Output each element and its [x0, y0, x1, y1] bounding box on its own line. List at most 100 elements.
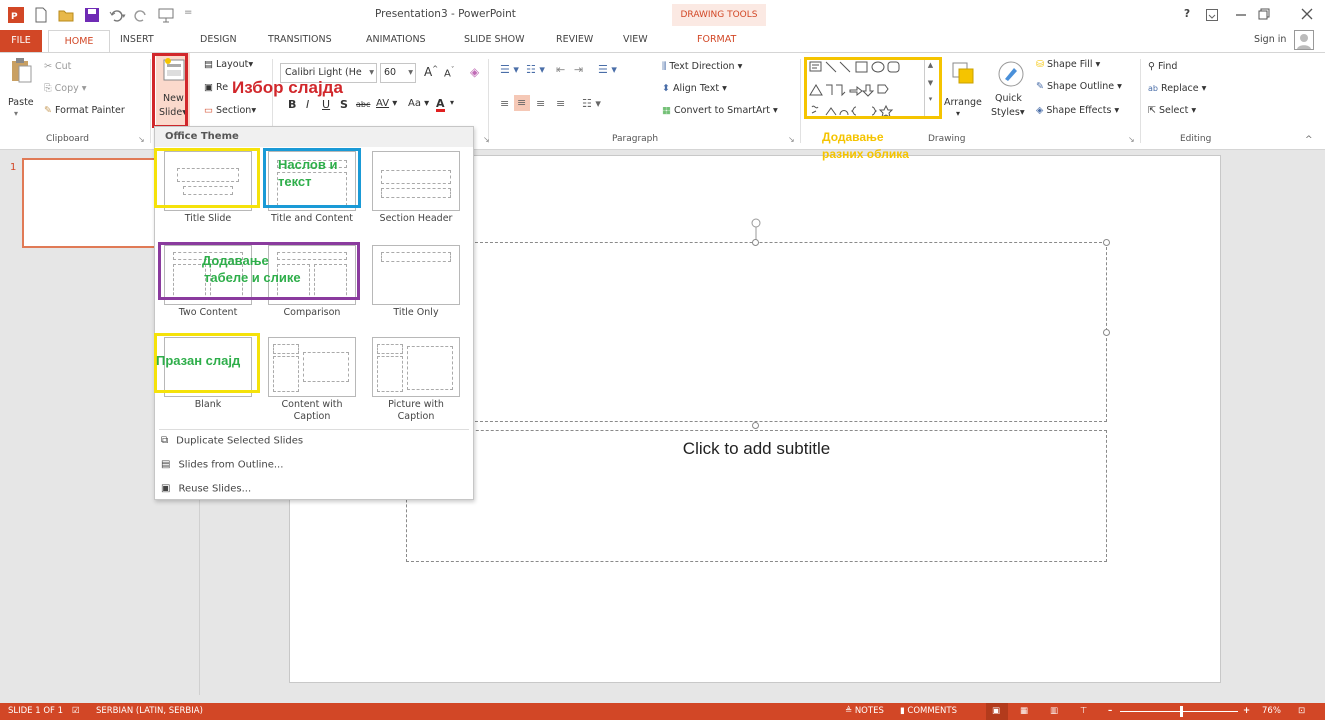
customize-qat-icon[interactable]: =: [184, 7, 192, 18]
zoom-in-button[interactable]: +: [1243, 706, 1250, 716]
clipboard-launcher-icon[interactable]: ↘: [138, 135, 145, 144]
character-spacing-button[interactable]: AV ▾: [376, 98, 397, 109]
italic-button[interactable]: I: [306, 98, 309, 111]
shadow-button[interactable]: S: [340, 98, 348, 111]
tab-design[interactable]: DESIGN: [200, 34, 237, 45]
notes-button[interactable]: ≜ NOTES: [845, 706, 884, 716]
copy-button[interactable]: ⎘ Copy ▾: [44, 83, 87, 94]
collapse-ribbon-icon[interactable]: ^: [1305, 135, 1313, 145]
section-button[interactable]: ▭ Section▾: [204, 105, 256, 116]
layout-content-with-caption[interactable]: Content with Caption: [265, 337, 359, 427]
columns-button[interactable]: ☷ ▾: [582, 97, 601, 110]
font-launcher-icon[interactable]: ↘: [483, 135, 490, 144]
slideshow-view-icon[interactable]: ⊤: [1080, 706, 1087, 716]
tab-format[interactable]: FORMAT: [697, 34, 736, 45]
find-button[interactable]: ⚲ Find: [1148, 61, 1177, 72]
save-icon[interactable]: [84, 7, 100, 23]
text-direction-button[interactable]: ⫼ Text Direction ▾: [662, 61, 742, 72]
zoom-out-button[interactable]: –: [1108, 706, 1112, 716]
subtitle-placeholder[interactable]: Click to add subtitle: [406, 430, 1107, 562]
minimize-icon[interactable]: [1235, 8, 1247, 20]
resize-handle[interactable]: [752, 239, 759, 246]
numbering-button[interactable]: ☷ ▾: [526, 63, 545, 76]
font-color-button[interactable]: A: [436, 98, 445, 112]
tab-transitions[interactable]: TRANSITIONS: [268, 34, 332, 45]
align-text-button[interactable]: ⬍ Align Text ▾: [662, 83, 727, 94]
normal-view-button[interactable]: ▣: [986, 703, 1008, 720]
start-slideshow-icon[interactable]: [158, 7, 176, 23]
convert-smartart-button[interactable]: ▦ Convert to SmartArt ▾: [662, 105, 778, 116]
tab-slide-show[interactable]: SLIDE SHOW: [464, 34, 525, 45]
tab-animations[interactable]: ANIMATIONS: [366, 34, 426, 45]
new-file-icon[interactable]: [34, 7, 48, 23]
help-button[interactable]: ?: [1184, 8, 1190, 20]
comments-button[interactable]: ▮ COMMENTS: [900, 706, 957, 716]
font-color-dropdown-icon[interactable]: ▾: [450, 98, 454, 107]
language-indicator[interactable]: SERBIAN (LATIN, SERBIA): [96, 706, 203, 716]
reuse-slides-item[interactable]: ▣ Reuse Slides...: [161, 483, 251, 495]
styles-label: Styles▾: [991, 107, 1025, 118]
tab-insert[interactable]: INSERT: [120, 34, 154, 45]
arrange-dropdown-icon[interactable]: ▾: [956, 109, 960, 118]
slides-from-outline-item[interactable]: ▤ Slides from Outline...: [161, 459, 283, 471]
fit-slide-icon[interactable]: ⊡: [1298, 706, 1305, 716]
layout-title-only[interactable]: Title Only: [369, 245, 463, 335]
justify-button[interactable]: ≡: [556, 97, 565, 110]
font-size-select[interactable]: 60 ▾: [380, 63, 416, 83]
tab-file[interactable]: FILE: [0, 30, 42, 52]
bullets-button[interactable]: ☰ ▾: [500, 63, 519, 76]
tab-home[interactable]: HOME: [48, 30, 110, 53]
cut-button[interactable]: ✂ Cut: [44, 61, 71, 72]
duplicate-slides-item[interactable]: ⧉ Duplicate Selected Slides: [161, 435, 303, 447]
resize-handle[interactable]: [1103, 329, 1110, 336]
layout-picture-with-caption[interactable]: Picture with Caption: [369, 337, 463, 427]
ribbon-display-icon[interactable]: [1206, 9, 1218, 21]
drawing-launcher-icon[interactable]: ↘: [1128, 135, 1135, 144]
shrink-font-button[interactable]: Aˇ: [444, 66, 454, 79]
paste-dropdown-icon[interactable]: ▾: [14, 109, 18, 118]
restore-icon[interactable]: [1258, 8, 1270, 20]
resize-handle[interactable]: [752, 422, 759, 429]
clear-formatting-icon[interactable]: ◈: [470, 65, 479, 79]
change-case-button[interactable]: Aa ▾: [408, 98, 429, 109]
shape-effects-button[interactable]: ◈ Shape Effects ▾: [1036, 105, 1119, 116]
increase-indent-button[interactable]: ⇥: [574, 63, 583, 76]
arrange-button[interactable]: [950, 61, 976, 87]
tab-review[interactable]: REVIEW: [556, 34, 593, 45]
zoom-level[interactable]: 76%: [1262, 706, 1281, 716]
replace-button[interactable]: ab Replace ▾: [1148, 83, 1206, 94]
close-icon[interactable]: [1301, 8, 1313, 20]
shape-fill-button[interactable]: ⛁ Shape Fill ▾: [1036, 59, 1100, 70]
sign-in-link[interactable]: Sign in: [1254, 34, 1286, 45]
underline-button[interactable]: U: [322, 98, 330, 111]
align-center-button[interactable]: ≡: [514, 95, 530, 111]
redo-icon[interactable]: [134, 7, 150, 23]
select-button[interactable]: ⇱ Select ▾: [1148, 105, 1196, 116]
slide-sorter-icon[interactable]: ▦: [1020, 706, 1028, 716]
quick-styles-button[interactable]: [996, 59, 1026, 89]
open-folder-icon[interactable]: [58, 7, 74, 23]
decrease-indent-button[interactable]: ⇤: [556, 63, 565, 76]
zoom-slider[interactable]: [1120, 711, 1238, 712]
title-placeholder[interactable]: [465, 242, 1107, 422]
align-right-button[interactable]: ≡: [536, 97, 545, 110]
zoom-slider-thumb[interactable]: [1180, 706, 1183, 717]
resize-handle[interactable]: [1103, 239, 1110, 246]
reading-view-icon[interactable]: ▥: [1050, 706, 1058, 716]
layout-button[interactable]: ▤ Layout▾: [204, 59, 253, 70]
paragraph-launcher-icon[interactable]: ↘: [788, 135, 795, 144]
shape-outline-button[interactable]: ✎ Shape Outline ▾: [1036, 81, 1122, 92]
tab-view[interactable]: VIEW: [623, 34, 648, 45]
layout-section-header[interactable]: Section Header: [369, 151, 463, 241]
avatar[interactable]: [1294, 30, 1314, 50]
spellcheck-icon[interactable]: ☑: [72, 706, 80, 716]
undo-icon[interactable]: ▾: [108, 7, 128, 23]
strikethrough-button[interactable]: abc: [356, 100, 370, 109]
reset-button[interactable]: ▣ Re: [204, 82, 228, 93]
format-painter-button[interactable]: ✎ Format Painter: [44, 105, 125, 116]
line-spacing-button[interactable]: ☰ ▾: [598, 63, 617, 76]
align-left-button[interactable]: ≡: [500, 97, 509, 110]
bold-button[interactable]: B: [288, 98, 296, 111]
grow-font-button[interactable]: A^: [424, 65, 438, 79]
paste-button[interactable]: [10, 57, 32, 85]
